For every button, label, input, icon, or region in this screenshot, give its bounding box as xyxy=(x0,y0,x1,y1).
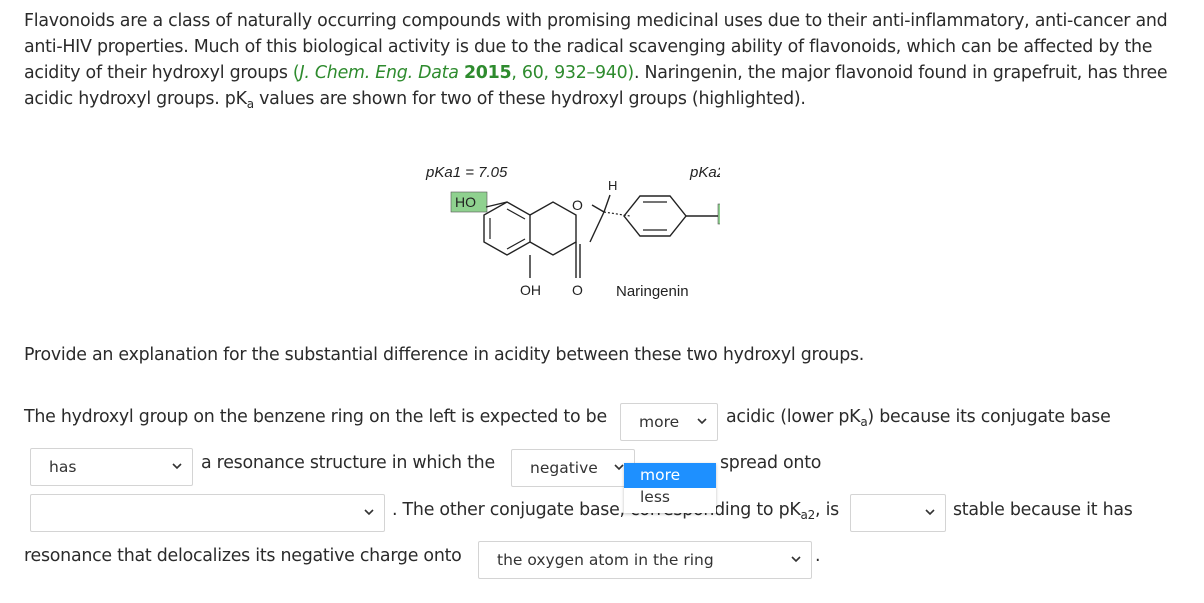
chevron-down-icon xyxy=(364,509,374,516)
select-has-value: has xyxy=(49,458,77,476)
citation: (J. Chem. Eng. Data 2015, 60, 932–940) xyxy=(292,63,634,83)
select-charge[interactable]: negative xyxy=(511,449,635,487)
ho-left-label: HO xyxy=(455,194,476,210)
select-stability[interactable] xyxy=(850,494,946,532)
answer-line2-after: spread onto xyxy=(720,453,822,473)
select-acidity[interactable]: more xyxy=(620,403,718,441)
select-delocalize-onto-value: the oxygen atom in the ring xyxy=(497,551,714,569)
intro-paragraph: Flavonoids are a class of naturally occu… xyxy=(24,11,1168,111)
naringenin-structure: pKa1 = 7.05 pKa2 = 8.84 HO OH O O OH H N… xyxy=(425,164,720,300)
answer-line2-text: a resonance structure in which the xyxy=(201,453,495,473)
select-acidity-value: more xyxy=(639,413,680,431)
intro-text-3: values are shown for two of these hydrox… xyxy=(253,89,806,109)
chevron-down-icon xyxy=(172,463,182,470)
answer-line1-after: acidic (lower pKa) because its conjugate… xyxy=(726,407,1111,429)
period-text: . xyxy=(815,546,821,566)
question-text: Provide an explanation for the substanti… xyxy=(24,345,865,365)
chevron-down-icon xyxy=(925,509,935,516)
select-spread-onto[interactable] xyxy=(30,494,385,532)
answer-line1-text: The hydroxyl group on the benzene ring o… xyxy=(24,407,607,427)
dropdown-menu[interactable]: more less xyxy=(624,463,716,513)
molecule-name: Naringenin xyxy=(616,283,689,300)
chevron-down-icon xyxy=(697,418,707,425)
carbonyl-oxygen-label: O xyxy=(572,282,583,298)
pka2-label: pKa2 = 8.84 xyxy=(689,164,720,181)
pka1-label: pKa1 = 7.05 xyxy=(425,164,508,181)
ring-oxygen-label: O xyxy=(572,197,583,213)
answer-line3-text: . The other conjugate base, correspondin… xyxy=(392,500,839,522)
oh-highlight xyxy=(717,203,720,225)
select-charge-value: negative xyxy=(530,459,598,477)
chevron-down-icon xyxy=(791,556,801,563)
oh-bottom-label: OH xyxy=(520,282,541,298)
dropdown-option-less[interactable]: less xyxy=(624,485,716,510)
answer-line4-text: resonance that delocalizes its negative … xyxy=(24,546,462,566)
answer-line3-after: stable because it has xyxy=(953,500,1133,520)
select-has[interactable]: has xyxy=(30,448,193,486)
select-delocalize-onto[interactable]: the oxygen atom in the ring xyxy=(478,541,812,579)
h-label: H xyxy=(608,178,617,193)
